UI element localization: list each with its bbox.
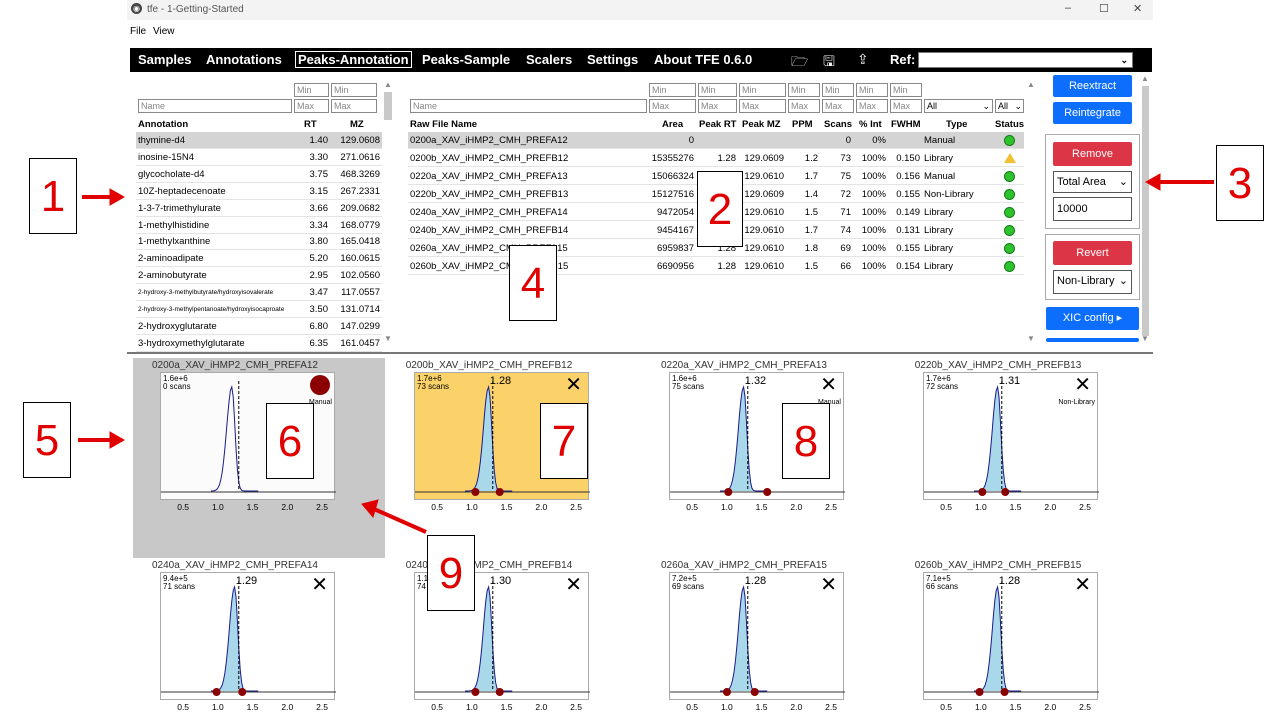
arrow-9-head xyxy=(361,499,379,519)
arrow-9 xyxy=(373,507,427,534)
arrow-3-head xyxy=(1144,173,1161,191)
callout-arrows xyxy=(78,173,1214,534)
arrow-1-head xyxy=(109,188,126,206)
arrow-5-head xyxy=(109,431,126,449)
